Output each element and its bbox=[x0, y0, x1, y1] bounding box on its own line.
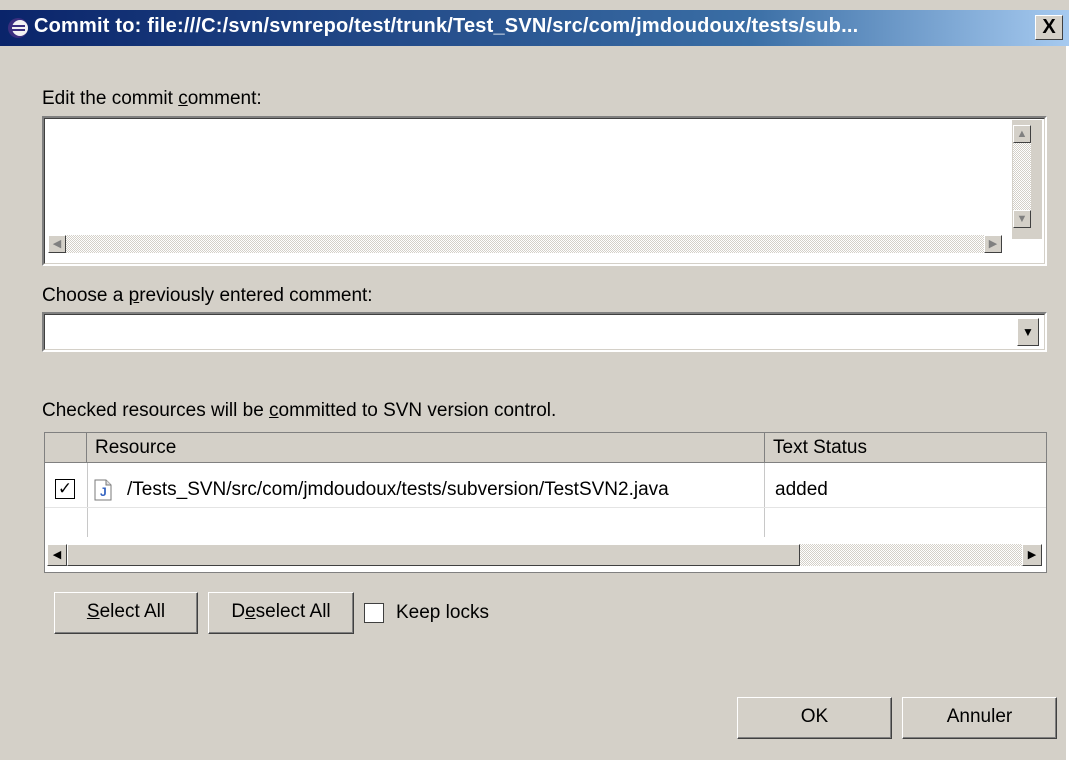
resources-table: Resource Text Status ✓ J /Tests_SVN/src/… bbox=[44, 432, 1047, 573]
svg-text:J: J bbox=[100, 485, 107, 499]
commit-comment-label: Edit the commit comment: bbox=[42, 88, 262, 109]
chevron-down-icon[interactable]: ▼ bbox=[1017, 318, 1039, 346]
previous-comment-combo[interactable]: ▼ bbox=[42, 312, 1047, 352]
scroll-right-icon[interactable]: ▶ bbox=[984, 235, 1002, 253]
scroll-up-icon[interactable]: ▲ bbox=[1013, 125, 1031, 143]
scroll-left-icon[interactable]: ◀ bbox=[48, 235, 66, 253]
scroll-down-icon[interactable]: ▼ bbox=[1013, 210, 1031, 228]
title-bar: Commit to: file:///C:/svn/svnrepo/test/t… bbox=[0, 0, 1069, 46]
previous-comment-label: Choose a previously entered comment: bbox=[42, 285, 373, 306]
keep-locks-label[interactable]: Keep locks bbox=[396, 602, 489, 624]
resource-column-header[interactable]: Resource bbox=[87, 433, 765, 463]
cancel-button[interactable]: Annuler bbox=[902, 697, 1057, 739]
ok-button[interactable]: OK bbox=[737, 697, 892, 739]
table-row[interactable]: ✓ J /Tests_SVN/src/com/jmdoudoux/tests/s… bbox=[45, 473, 1046, 507]
comment-horizontal-scrollbar[interactable] bbox=[66, 235, 994, 253]
text-status-column-header[interactable]: Text Status bbox=[765, 433, 1046, 463]
deselect-all-button[interactable]: Deselect All bbox=[208, 592, 354, 634]
resource-path: /Tests_SVN/src/com/jmdoudoux/tests/subve… bbox=[127, 479, 669, 500]
check-column-header[interactable] bbox=[45, 433, 87, 463]
commit-comment-textarea[interactable]: ▲ ▼ ◀ ▶ bbox=[42, 116, 1047, 266]
comment-vertical-scrollbar[interactable] bbox=[1013, 140, 1031, 220]
close-icon: X bbox=[1042, 16, 1056, 38]
commit-dialog: Commit to: file:///C:/svn/svnrepo/test/t… bbox=[0, 0, 1069, 760]
window-title: Commit to: file:///C:/svn/svnrepo/test/t… bbox=[34, 15, 859, 37]
row-checkbox[interactable]: ✓ bbox=[55, 479, 75, 499]
resources-label: Checked resources will be committed to S… bbox=[42, 400, 557, 421]
text-status: added bbox=[775, 479, 828, 500]
keep-locks-checkbox[interactable] bbox=[364, 603, 384, 623]
table-scroll-thumb[interactable] bbox=[67, 544, 800, 566]
close-button[interactable]: X bbox=[1035, 15, 1063, 40]
table-scroll-left-icon[interactable]: ◀ bbox=[47, 544, 67, 566]
table-scroll-right-icon[interactable]: ▶ bbox=[1022, 544, 1042, 566]
eclipse-icon bbox=[8, 18, 28, 38]
java-file-icon: J bbox=[94, 479, 112, 501]
select-all-button[interactable]: Select All bbox=[54, 592, 198, 634]
